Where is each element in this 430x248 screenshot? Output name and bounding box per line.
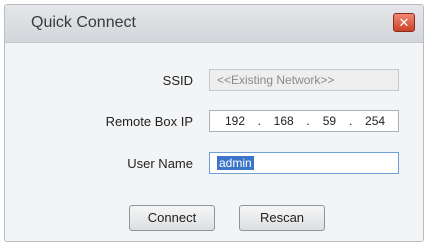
close-button[interactable]: ✕ — [393, 13, 415, 32]
quick-connect-dialog: Quick Connect ✕ SSID <<Existing Network>… — [4, 4, 424, 242]
user-name-label: User Name — [127, 156, 193, 171]
rescan-button[interactable]: Rescan — [239, 205, 325, 231]
ip-separator: . — [349, 114, 353, 128]
close-icon: ✕ — [398, 15, 410, 30]
user-name-value: admin — [217, 156, 254, 170]
ssid-field: <<Existing Network>> — [209, 69, 399, 91]
ip-octet-1[interactable]: 192 — [220, 111, 250, 131]
ip-separator: . — [306, 114, 310, 128]
ssid-label: SSID — [162, 73, 193, 88]
dialog-title: Quick Connect — [31, 14, 136, 31]
ip-octet-2[interactable]: 168 — [269, 111, 299, 131]
ip-octet-3[interactable]: 59 — [317, 111, 341, 131]
ip-octet-4[interactable]: 254 — [360, 111, 390, 131]
remote-ip-label: Remote Box IP — [105, 114, 193, 129]
ip-separator: . — [257, 114, 262, 128]
connect-button[interactable]: Connect — [129, 205, 215, 231]
user-name-input[interactable]: admin — [209, 152, 399, 174]
ssid-value: <<Existing Network>> — [217, 73, 335, 87]
title-bar: Quick Connect ✕ — [5, 5, 423, 43]
remote-ip-field[interactable]: 192 . 168 . 59 . 254 — [209, 110, 399, 132]
